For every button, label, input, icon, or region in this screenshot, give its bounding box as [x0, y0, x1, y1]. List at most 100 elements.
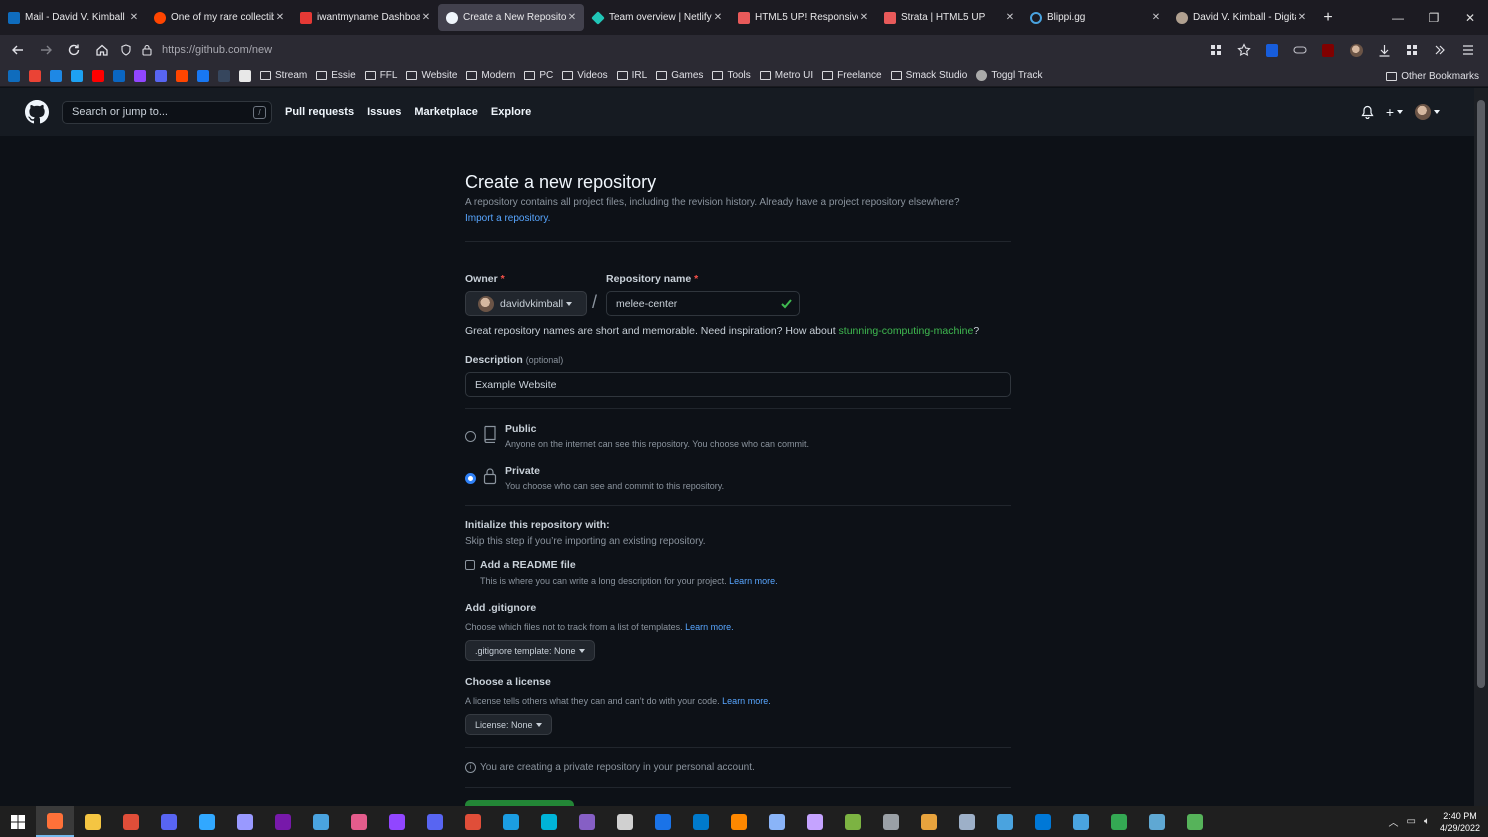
- visibility-public-option[interactable]: Public Anyone on the internet can see th…: [465, 423, 1011, 457]
- bookmark-favicon-icon[interactable]: [239, 69, 251, 82]
- home-icon[interactable]: [88, 36, 116, 64]
- minimize-icon[interactable]: —: [1380, 0, 1416, 35]
- bookmark-folder[interactable]: Games: [656, 70, 703, 81]
- menu-hamburger-icon[interactable]: [1454, 36, 1482, 64]
- bookmark-star-icon[interactable]: [1230, 36, 1258, 64]
- taskbar-app-icon[interactable]: [530, 806, 568, 837]
- taskbar-app-icon[interactable]: [1176, 806, 1214, 837]
- shield-icon[interactable]: [120, 44, 132, 56]
- license-select[interactable]: License: None: [465, 714, 552, 735]
- repository-name-input[interactable]: melee-center: [606, 291, 800, 316]
- bookmark-favicon-icon[interactable]: [176, 69, 188, 82]
- other-bookmarks[interactable]: Other Bookmarks: [1386, 65, 1479, 87]
- taskbar-app-icon[interactable]: [910, 806, 948, 837]
- nav-pull-requests[interactable]: Pull requests: [285, 106, 354, 118]
- taskbar-app-icon[interactable]: [986, 806, 1024, 837]
- taskbar-app-icon[interactable]: [834, 806, 872, 837]
- network-icon[interactable]: ▭: [1407, 816, 1416, 827]
- extensions-icon[interactable]: [1398, 36, 1426, 64]
- taskbar-app-icon[interactable]: [1062, 806, 1100, 837]
- bookmark-favicon-icon[interactable]: [155, 69, 167, 82]
- taskbar-app-icon[interactable]: [644, 806, 682, 837]
- bookmark-folder[interactable]: Website: [406, 70, 457, 81]
- clock[interactable]: 2:40 PM 4/29/2022: [1440, 810, 1480, 834]
- gamepad-extension-icon[interactable]: [1286, 36, 1314, 64]
- back-icon[interactable]: [4, 36, 32, 64]
- close-window-icon[interactable]: ✕: [1452, 0, 1488, 35]
- create-new-plus-icon[interactable]: +: [1386, 104, 1403, 120]
- taskbar-app-icon[interactable]: [682, 806, 720, 837]
- taskbar-app-icon[interactable]: [188, 806, 226, 837]
- browser-tab[interactable]: Blippi.gg ✕: [1022, 4, 1168, 31]
- url-bar[interactable]: https://github.com/new: [120, 37, 1208, 63]
- download-icon[interactable]: [1370, 36, 1398, 64]
- taskbar-app-icon[interactable]: [378, 806, 416, 837]
- browser-tab[interactable]: iwantmyname Dashboar ✕: [292, 4, 438, 31]
- public-radio[interactable]: [465, 431, 476, 442]
- taskbar-app-icon[interactable]: [416, 806, 454, 837]
- taskbar-app-icon[interactable]: [606, 806, 644, 837]
- taskbar-app-icon[interactable]: [74, 806, 112, 837]
- reload-icon[interactable]: [60, 36, 88, 64]
- lock-icon[interactable]: [142, 44, 152, 56]
- bookmark-folder[interactable]: Stream: [260, 70, 307, 81]
- restore-icon[interactable]: ❐: [1416, 0, 1452, 35]
- taskbar-app-icon[interactable]: [872, 806, 910, 837]
- tab-close-icon[interactable]: ✕: [1004, 12, 1016, 23]
- browser-tab[interactable]: Strata | HTML5 UP ✕: [876, 4, 1022, 31]
- bookmark-folder[interactable]: Modern: [466, 70, 515, 81]
- taskbar-app-icon[interactable]: [226, 806, 264, 837]
- taskbar-app-icon[interactable]: [492, 806, 530, 837]
- bookmark-favicon-icon[interactable]: [113, 69, 125, 82]
- readme-label[interactable]: Add a README file: [480, 559, 576, 571]
- browser-tab[interactable]: Mail - David V. Kimball - ✕: [0, 4, 146, 31]
- taskbar-app-icon[interactable]: [1138, 806, 1176, 837]
- bookmark-folder[interactable]: PC: [524, 70, 553, 81]
- taskbar-app-icon[interactable]: [340, 806, 378, 837]
- taskbar-app-icon[interactable]: [948, 806, 986, 837]
- bookmark-folder[interactable]: IRL: [616, 70, 647, 81]
- bookmark-toggl[interactable]: Toggl Track: [976, 70, 1042, 81]
- tab-close-icon[interactable]: ✕: [274, 12, 286, 23]
- profile-extension-icon[interactable]: [1342, 36, 1370, 64]
- bookmark-folder[interactable]: Videos: [562, 70, 608, 81]
- browser-tab[interactable]: Team overview | Netlify ✕: [584, 4, 730, 31]
- github-logo-icon[interactable]: [25, 100, 49, 124]
- browser-tab-active[interactable]: Create a New Repository ✕: [438, 4, 584, 31]
- suggested-name-link[interactable]: stunning-computing-machine: [839, 325, 974, 337]
- tab-close-icon[interactable]: ✕: [128, 12, 140, 23]
- taskbar-app-icon[interactable]: [264, 806, 302, 837]
- learn-more-link[interactable]: Learn more.: [685, 622, 734, 632]
- bookmark-favicon-icon[interactable]: [197, 69, 209, 82]
- tab-close-icon[interactable]: ✕: [566, 12, 578, 23]
- browser-tab[interactable]: One of my rare collectibl ✕: [146, 4, 292, 31]
- visibility-private-option[interactable]: Private You choose who can see and commi…: [465, 465, 1011, 499]
- taskbar-app-icon[interactable]: [112, 806, 150, 837]
- nav-explore[interactable]: Explore: [491, 106, 531, 118]
- import-repository-link[interactable]: Import a repository.: [465, 213, 550, 224]
- bitwarden-extension-icon[interactable]: [1258, 36, 1286, 64]
- bookmark-favicon-icon[interactable]: [29, 69, 41, 82]
- bookmark-folder[interactable]: Smack Studio: [890, 70, 967, 81]
- tab-close-icon[interactable]: ✕: [1150, 12, 1162, 23]
- forward-icon[interactable]: [32, 36, 60, 64]
- nav-marketplace[interactable]: Marketplace: [414, 106, 478, 118]
- tab-close-icon[interactable]: ✕: [1296, 12, 1308, 23]
- taskbar-app-icon[interactable]: [568, 806, 606, 837]
- private-radio[interactable]: [465, 473, 476, 484]
- taskbar-app-icon[interactable]: [302, 806, 340, 837]
- notifications-bell-icon[interactable]: [1361, 105, 1374, 119]
- bookmark-favicon-icon[interactable]: [92, 69, 104, 82]
- overflow-chevron-icon[interactable]: [1426, 36, 1454, 64]
- browser-tab[interactable]: David V. Kimball - Digital ✕: [1168, 4, 1314, 31]
- gitignore-template-select[interactable]: .gitignore template: None: [465, 640, 595, 661]
- grid-icon[interactable]: [1202, 36, 1230, 64]
- bookmark-favicon-icon[interactable]: [218, 69, 230, 82]
- description-input[interactable]: Example Website: [465, 372, 1011, 397]
- browser-tab[interactable]: HTML5 UP! Responsive H✕: [730, 4, 876, 31]
- new-tab-button[interactable]: +: [1314, 9, 1342, 27]
- tray-chevron-up-icon[interactable]: ︿: [1389, 814, 1399, 829]
- bookmark-folder[interactable]: Metro UI: [759, 70, 813, 81]
- taskbar-app-icon[interactable]: [796, 806, 834, 837]
- taskbar-app-icon[interactable]: [36, 806, 74, 837]
